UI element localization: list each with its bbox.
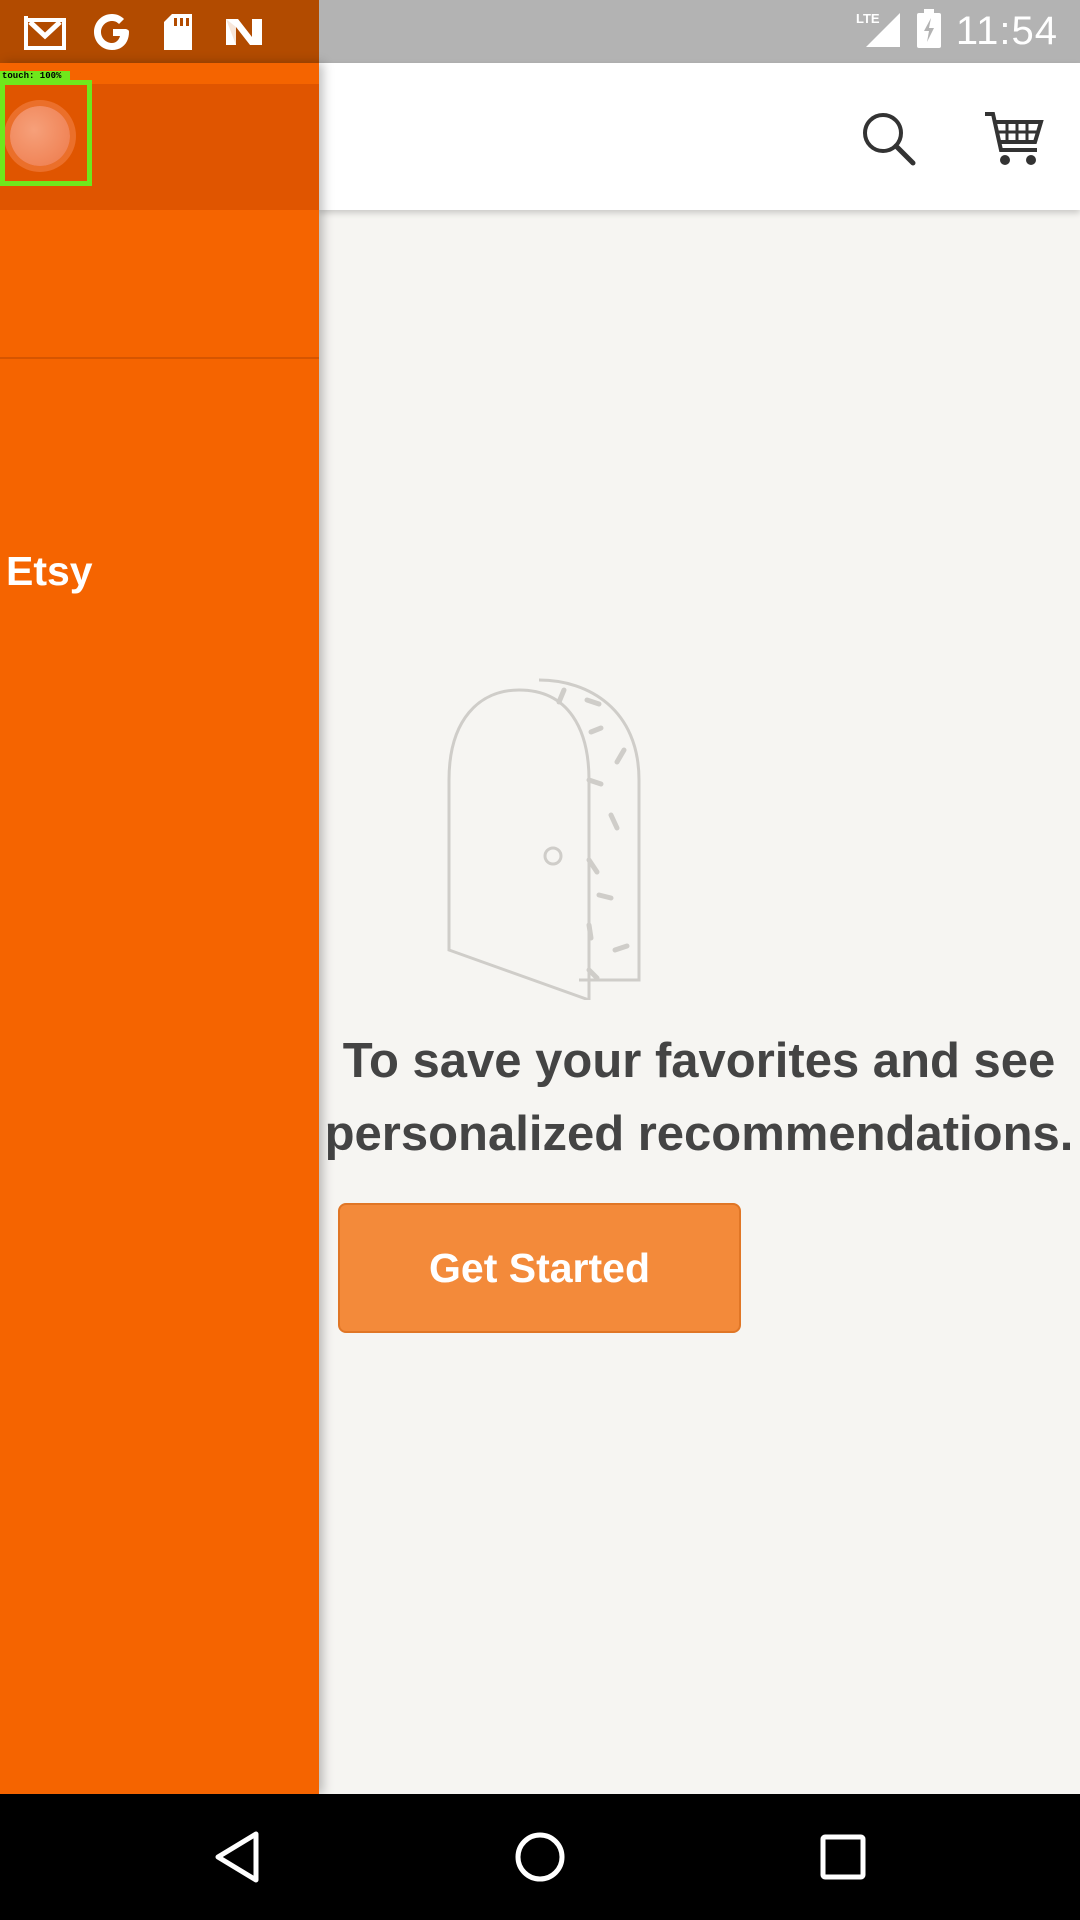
touch-indicator-label: touch: 100% <box>0 71 70 81</box>
cart-icon <box>985 112 1044 165</box>
recents-icon <box>820 1834 866 1880</box>
back-button[interactable] <box>202 1822 272 1892</box>
drawer-item-etsy[interactable]: Etsy <box>6 548 93 595</box>
clock: 11:54 <box>955 9 1058 53</box>
search-icon <box>863 113 916 166</box>
home-button[interactable] <box>505 1822 575 1892</box>
notification-icons <box>0 0 319 63</box>
get-started-button[interactable]: Get Started <box>338 1203 741 1333</box>
status-bar: LTE 11:54 <box>0 0 1080 63</box>
home-icon <box>515 1832 565 1882</box>
search-button[interactable] <box>849 99 929 179</box>
touch-indicator <box>0 80 92 186</box>
recents-button[interactable] <box>808 1822 878 1892</box>
app-bar <box>319 63 1080 210</box>
system-nav-bar <box>0 1794 1080 1920</box>
open-door-illustration <box>447 678 641 1000</box>
back-icon <box>215 1831 259 1883</box>
empty-state-line-1: To save your favorites and see <box>342 1034 1056 1088</box>
empty-state-message: To save your favorites and see personali… <box>319 1025 1080 1171</box>
battery-icon <box>916 9 942 54</box>
favorites-empty-state: To save your favorites and see personali… <box>319 210 1080 1794</box>
navigation-drawer[interactable]: touch: 100% Etsy <box>0 63 319 1794</box>
empty-state-line-2: personalized recommendations. <box>324 1107 1074 1161</box>
status-indicators: LTE 11:54 <box>856 0 1058 63</box>
sd-card-icon <box>156 10 200 54</box>
drawer-divider <box>0 357 319 359</box>
network-type: LTE <box>856 11 880 26</box>
cart-button[interactable] <box>974 99 1054 179</box>
n-app-icon <box>222 10 266 54</box>
google-icon <box>90 10 134 54</box>
gmail-icon <box>24 10 68 54</box>
lte-signal-icon: LTE <box>856 9 902 54</box>
